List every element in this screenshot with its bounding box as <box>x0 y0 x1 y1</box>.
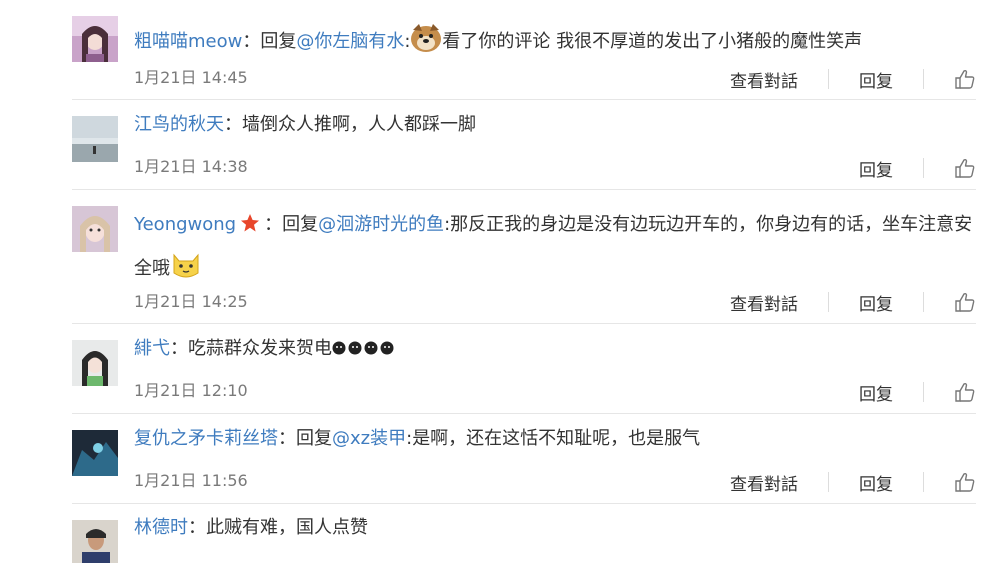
divider <box>828 69 829 89</box>
avatar[interactable] <box>72 430 118 476</box>
thumbs-up-icon[interactable] <box>954 157 976 179</box>
comment-actions: 回复 <box>859 156 976 181</box>
reply-button[interactable]: 回复 <box>859 380 893 405</box>
divider <box>828 472 829 492</box>
mention-link[interactable]: @你左脑有水 <box>296 31 404 52</box>
view-thread-button[interactable]: 查看對話 <box>730 470 798 495</box>
comment-text: 林德时：此贼有难，国人点赞 <box>134 517 368 538</box>
reply-button[interactable]: 回复 <box>859 156 893 181</box>
comment-item: 林德时：此贼有难，国人点赞 <box>0 504 1004 563</box>
star-icon <box>241 214 260 232</box>
comment-actions: 查看對話 回复 <box>730 290 976 315</box>
username-link[interactable]: 緋弋 <box>134 338 170 359</box>
thumbs-up-icon[interactable] <box>954 471 976 493</box>
divider <box>923 382 924 402</box>
comment-time: 1月21日 14:25 <box>134 292 248 311</box>
doge-emoji <box>411 24 442 52</box>
reply-button[interactable]: 回复 <box>859 67 893 92</box>
thumbs-up-icon[interactable] <box>954 68 976 90</box>
avatar[interactable] <box>72 340 118 386</box>
reply-button[interactable]: 回复 <box>859 290 893 315</box>
avatar[interactable] <box>72 16 118 62</box>
divider <box>923 292 924 312</box>
comment-text: 粗喵喵meow：回复@你左脑有水: 看了你的评论 我很不厚道的发出了小猪般的魔性… <box>134 22 980 54</box>
comment-item: 江鸟的秋天：墙倒众人推啊，人人都踩一脚 1月21日 14:38 回复 <box>0 100 1004 190</box>
view-thread-button[interactable]: 查看對話 <box>730 290 798 315</box>
comment-item: 粗喵喵meow：回复@你左脑有水: 看了你的评论 我很不厚道的发出了小猪般的魔性… <box>0 0 1004 100</box>
mention-link[interactable]: @洄游时光的鱼 <box>318 214 444 235</box>
comment-time: 1月21日 14:38 <box>134 157 248 176</box>
comment-text: 緋弋：吃蒜群众发来贺电 <box>134 337 980 361</box>
sweat-emoji <box>332 341 346 355</box>
comment-text: Yeongwong ：回复@洄游时光的鱼:那反正我的身边是没有边玩边开车的，你身… <box>134 214 973 279</box>
sweat-emoji <box>364 341 378 355</box>
comment-actions: 查看對話 回复 <box>730 67 976 92</box>
comment-time: 1月21日 12:10 <box>134 381 248 400</box>
thumbs-up-icon[interactable] <box>954 381 976 403</box>
avatar[interactable] <box>72 520 118 563</box>
username-link[interactable]: 复仇之矛卡莉丝塔 <box>134 428 278 449</box>
view-thread-button[interactable]: 查看對話 <box>730 67 798 92</box>
avatar[interactable] <box>72 206 118 252</box>
username-link[interactable]: 江鸟的秋天 <box>134 114 224 135</box>
comment-text: 复仇之矛卡莉丝塔：回复@xz装甲:是啊，还在这恬不知耻呢，也是服气 <box>134 428 701 449</box>
mention-link[interactable]: @xz装甲 <box>332 428 406 449</box>
sweat-emoji <box>380 341 394 355</box>
doge-cat-emoji <box>173 253 199 278</box>
comment-item: 緋弋：吃蒜群众发来贺电 1月21日 12:10 回复 <box>0 324 1004 414</box>
comment-time: 1月21日 14:45 <box>134 68 248 87</box>
reply-button[interactable]: 回复 <box>859 470 893 495</box>
sweat-emoji <box>348 341 362 355</box>
comment-item: Yeongwong ：回复@洄游时光的鱼:那反正我的身边是没有边玩边开车的，你身… <box>0 190 1004 324</box>
comment-feed: 粗喵喵meow：回复@你左脑有水: 看了你的评论 我很不厚道的发出了小猪般的魔性… <box>0 0 1004 563</box>
username-link[interactable]: 林德时 <box>134 517 188 538</box>
comment-actions: 查看對話 回复 <box>730 470 976 495</box>
avatar[interactable] <box>72 116 118 162</box>
comment-actions: 回复 <box>859 380 976 405</box>
comment-time: 1月21日 11:56 <box>134 471 248 490</box>
divider <box>923 472 924 492</box>
divider <box>828 292 829 312</box>
username-link[interactable]: Yeongwong <box>134 214 236 235</box>
divider <box>923 158 924 178</box>
comment-item: 复仇之矛卡莉丝塔：回复@xz装甲:是啊，还在这恬不知耻呢，也是服气 1月21日 … <box>0 414 1004 504</box>
divider <box>923 69 924 89</box>
comment-text: 江鸟的秋天：墙倒众人推啊，人人都踩一脚 <box>134 114 476 135</box>
thumbs-up-icon[interactable] <box>954 291 976 313</box>
username-link[interactable]: 粗喵喵meow <box>134 31 242 52</box>
